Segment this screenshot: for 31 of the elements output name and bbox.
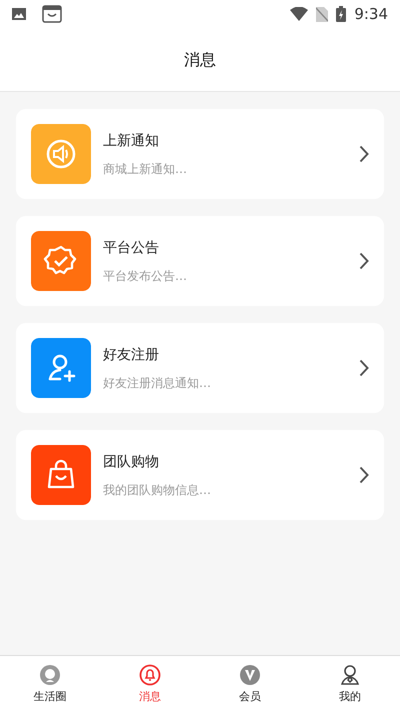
image-icon <box>12 8 26 20</box>
message-title: 平台公告 <box>103 238 160 258</box>
message-card[interactable]: 团队购物 我的团队购物信息… <box>16 430 384 520</box>
no-sim-icon <box>316 6 328 22</box>
message-preview: 商城上新通知… <box>103 160 188 178</box>
tab-item[interactable]: 消息 <box>100 656 200 711</box>
message-title: 上新通知 <box>103 132 160 150</box>
chevron-right-icon <box>359 359 369 377</box>
page-title: 消息 <box>184 48 216 70</box>
tab-item[interactable]: 生活圈 <box>0 656 100 711</box>
mascot-icon <box>39 664 61 686</box>
chevron-right-icon <box>359 145 369 163</box>
battery-icon <box>336 6 346 22</box>
message-card[interactable]: 好友注册 好友注册消息通知… <box>16 323 384 413</box>
shopping-bag-icon <box>42 5 62 23</box>
chevron-right-icon <box>359 466 369 484</box>
tab-item[interactable]: 我的 <box>300 656 400 711</box>
message-card[interactable]: 平台公告 平台发布公告… <box>16 216 384 306</box>
message-title: 团队购物 <box>103 452 160 472</box>
wifi-icon <box>290 7 308 21</box>
clock-time: 9:34 <box>354 4 388 25</box>
message-preview: 我的团队购物信息… <box>103 482 212 498</box>
message-title: 好友注册 <box>103 346 160 364</box>
profile-icon <box>339 664 361 686</box>
v-badge-icon <box>239 664 261 686</box>
tab-item[interactable]: 会员 <box>200 656 300 711</box>
chevron-right-icon <box>359 252 369 270</box>
message-preview: 平台发布公告… <box>103 268 188 284</box>
message-card[interactable]: 上新通知 商城上新通知… <box>16 109 384 199</box>
message-preview: 好友注册消息通知… <box>103 374 212 392</box>
bell-icon <box>139 664 161 686</box>
